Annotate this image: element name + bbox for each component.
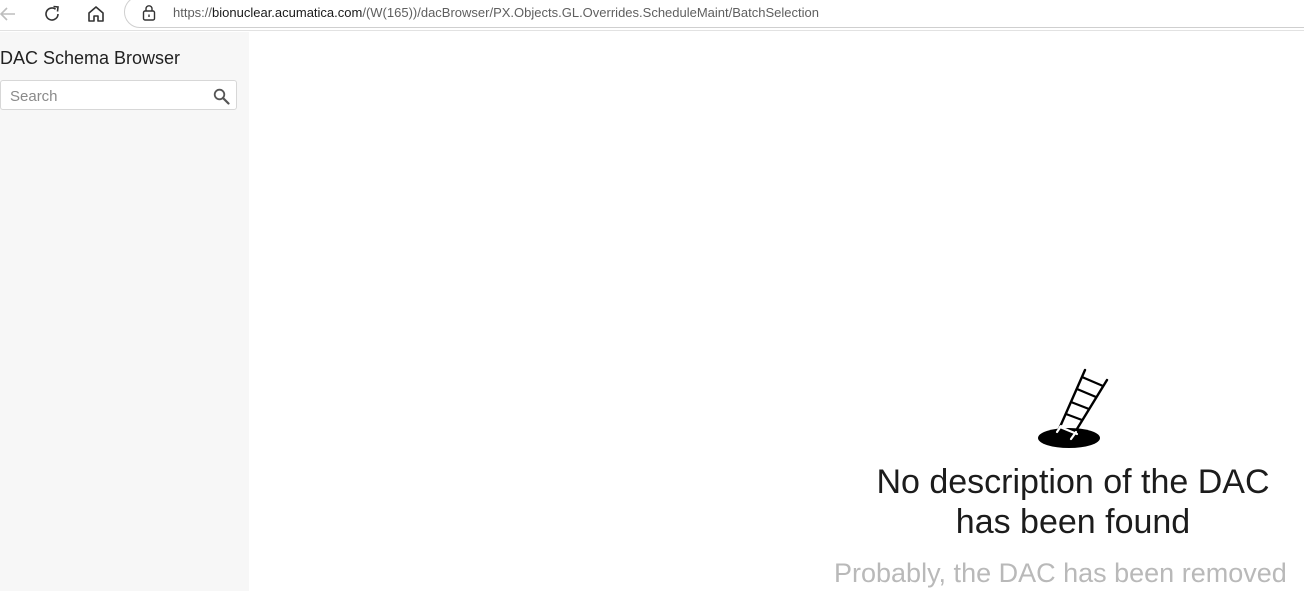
back-button[interactable] [0, 2, 22, 26]
url-prefix: https:// [173, 5, 213, 20]
url-host: bionuclear.acumatica.com [212, 5, 363, 20]
search-icon[interactable] [213, 88, 230, 105]
empty-state-title: No description of the DAC has been found [876, 463, 1270, 541]
ladder-hole-icon [1038, 368, 1109, 448]
reload-icon [45, 5, 59, 21]
back-arrow-icon [0, 7, 15, 21]
search-input[interactable] [10, 87, 205, 105]
home-button[interactable] [82, 2, 110, 26]
home-icon [88, 6, 104, 22]
url-path: /(W(165))/dacBrowser/PX.Objects.GL.Overr… [362, 5, 819, 20]
sidebar-title: DAC Schema Browser [0, 48, 181, 68]
search-box[interactable] [0, 80, 237, 110]
empty-state-subtitle: Probably, the DAC has been removed [834, 558, 1287, 588]
url-text[interactable]: https://bionuclear.acumatica.com/(W(165)… [173, 5, 819, 21]
reload-button[interactable] [38, 2, 66, 26]
sidebar: DAC Schema Browser [0, 32, 249, 591]
lock-icon[interactable] [141, 4, 157, 22]
browser-toolbar: https://bionuclear.acumatica.com/(W(165)… [0, 0, 1304, 31]
